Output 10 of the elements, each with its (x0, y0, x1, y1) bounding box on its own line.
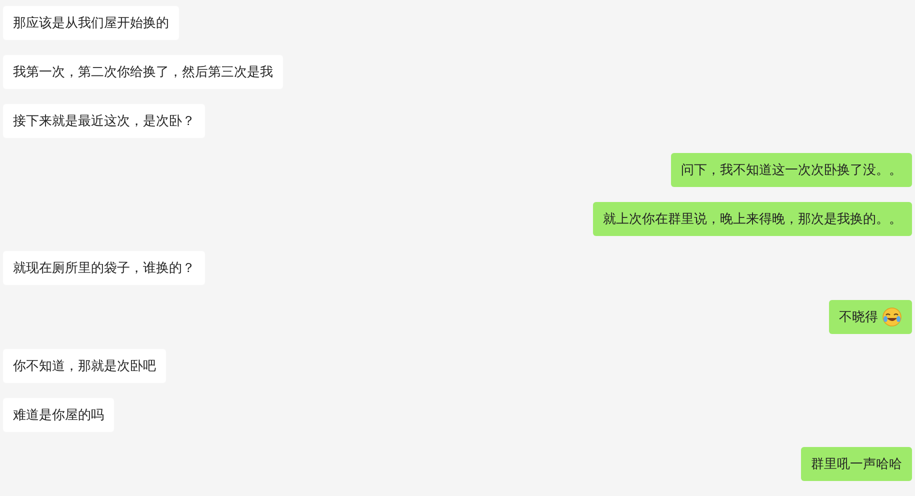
message-text: 群里吼一声哈哈 (811, 456, 902, 473)
message-text: 接下来就是最近这次，是次卧？ (13, 113, 195, 130)
message-text: 不晓得 (839, 309, 878, 326)
message-text: 问下，我不知道这一次次卧换了没。。 (681, 162, 902, 179)
message-text: 你不知道，那就是次卧吧 (13, 358, 156, 375)
message-text: 难道是你屋的吗 (13, 407, 104, 424)
message-text: 那应该是从我们屋开始换的 (13, 15, 169, 32)
message-text: 就现在厕所里的袋子，谁换的？ (13, 260, 195, 277)
message-text: 就上次你在群里说，晚上来得晚，那次是我换的。。 (603, 211, 902, 228)
message-text: 我第一次，第二次你给换了，然后第三次是我 (13, 64, 273, 81)
